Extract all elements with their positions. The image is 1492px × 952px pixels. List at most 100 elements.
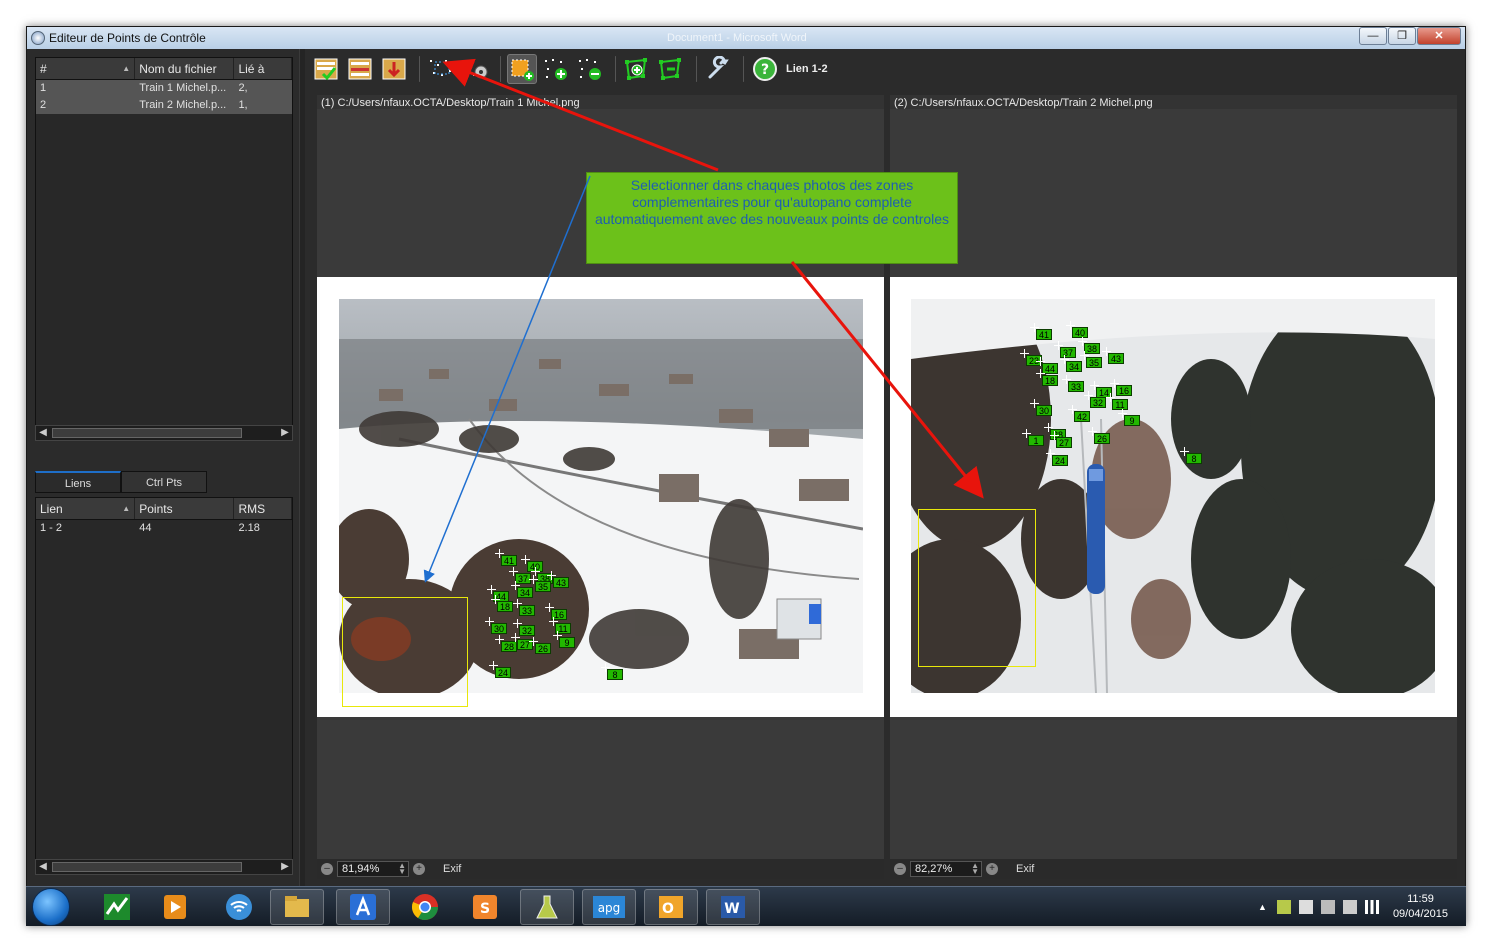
control-point-label[interactable]: 34	[1066, 361, 1083, 372]
col-linked[interactable]: Lié à	[234, 58, 293, 79]
table-row[interactable]: 1 - 2 44 2.18	[36, 520, 292, 537]
remove-link-icon[interactable]	[345, 54, 375, 84]
undo-icon[interactable]	[379, 54, 409, 84]
exif-button[interactable]: Exif	[1016, 863, 1034, 875]
taskbar-apg-icon[interactable]: apg	[582, 889, 636, 925]
remove-cluster-icon[interactable]	[656, 54, 686, 84]
scroll-thumb[interactable]	[52, 428, 242, 438]
control-point-label[interactable]: 27	[1056, 437, 1073, 448]
col-rms[interactable]: RMS	[234, 498, 293, 519]
taskbar-media-icon[interactable]	[148, 889, 202, 925]
links-hscrollbar[interactable]: ◀ ▶	[35, 859, 293, 875]
help-icon[interactable]: ?	[750, 54, 780, 84]
control-point-label[interactable]: 35	[1086, 357, 1103, 368]
delete-points-icon[interactable]	[575, 54, 605, 84]
zoom-in-icon[interactable]: +	[413, 863, 425, 875]
exif-button[interactable]: Exif	[443, 863, 461, 875]
control-point-label[interactable]: 41	[501, 555, 518, 566]
control-point-label[interactable]: 26	[1094, 433, 1111, 444]
scroll-left-icon[interactable]: ◀	[36, 426, 50, 440]
scroll-right-icon[interactable]: ▶	[278, 860, 292, 874]
image-path: (2) C:/Users/nfaux.OCTA/Desktop/Train 2 …	[894, 97, 1153, 109]
control-point-label[interactable]: 43	[1108, 353, 1125, 364]
zoom-out-icon[interactable]: –	[894, 863, 906, 875]
col-filename[interactable]: Nom du fichier	[135, 58, 235, 79]
files-hscrollbar[interactable]: ◀ ▶	[35, 425, 293, 441]
control-point-label[interactable]: 24	[495, 667, 512, 678]
system-tray: ▲ 11:59 09/04/2015	[1258, 887, 1466, 927]
scroll-right-icon[interactable]: ▶	[278, 426, 292, 440]
selection-area-rect[interactable]	[342, 597, 468, 707]
zoom-field[interactable]: 82,27% ▲ ▼	[910, 861, 982, 877]
zoom-in-icon[interactable]: +	[986, 863, 998, 875]
control-point-label[interactable]: 32	[1090, 397, 1107, 408]
control-point-label[interactable]: 9	[559, 637, 575, 648]
maximize-button[interactable]: ❐	[1388, 27, 1416, 45]
control-point-label[interactable]: 18	[1042, 375, 1059, 386]
clock[interactable]: 11:59 09/04/2015	[1393, 892, 1448, 922]
control-point-label[interactable]: 9	[1124, 415, 1140, 426]
tab-links[interactable]: Liens	[35, 471, 121, 493]
control-point-label[interactable]: 34	[517, 587, 534, 598]
taskbar-chrome-icon[interactable]	[398, 889, 452, 925]
control-point-label[interactable]: 8	[607, 669, 623, 680]
taskbar-outlook-icon[interactable]: O	[644, 889, 698, 925]
control-point-label[interactable]: 42	[1074, 411, 1091, 422]
taskbar-wifi-icon[interactable]	[212, 889, 266, 925]
control-point-label[interactable]: 24	[1052, 455, 1069, 466]
add-points-icon[interactable]	[541, 54, 571, 84]
control-point-label[interactable]: 32	[519, 625, 536, 636]
add-cluster-icon[interactable]	[622, 54, 652, 84]
start-button[interactable]	[32, 888, 70, 926]
tray-flag-icon[interactable]	[1298, 900, 1313, 914]
control-point-editor-window: Editeur de Points de Contrôle Document1 …	[26, 26, 1466, 926]
image-canvas[interactable]: 41 40 37 38 23 44 34 35 43 18 33 14 16 32 11 30 42 9 28 27 2…	[890, 109, 1457, 859]
tray-lab-icon[interactable]	[1276, 900, 1291, 914]
col-number[interactable]: # ▲	[36, 58, 136, 79]
control-point-label[interactable]: 30	[1036, 405, 1053, 416]
control-point-label[interactable]: 26	[535, 643, 552, 654]
control-point-label[interactable]: 33	[519, 605, 536, 616]
taskbar-autopano-icon[interactable]	[336, 889, 390, 925]
control-point-label[interactable]: 16	[1116, 385, 1133, 396]
taskbar-lab-icon[interactable]	[520, 889, 574, 925]
table-row[interactable]: 2 Train 2 Michel.p... 1,	[36, 97, 292, 114]
zoom-out-icon[interactable]: –	[321, 863, 333, 875]
tray-expand-icon[interactable]: ▲	[1258, 902, 1267, 912]
spin-icon[interactable]: ▲ ▼	[971, 862, 979, 876]
settings-wrench-icon[interactable]	[703, 54, 733, 84]
toolbar-separator	[743, 56, 744, 82]
zoom-field[interactable]: 81,94% ▲ ▼	[337, 861, 409, 877]
taskbar-stock-icon[interactable]	[90, 889, 144, 925]
col-link[interactable]: Lien ▲	[36, 498, 136, 519]
control-point-label[interactable]: 8	[1186, 453, 1202, 464]
spin-icon[interactable]: ▲ ▼	[398, 862, 406, 876]
col-points[interactable]: Points	[135, 498, 235, 519]
control-point-label[interactable]: 18	[497, 601, 514, 612]
tab-ctrl-pts[interactable]: Ctrl Pts	[121, 471, 207, 493]
taskbar-sublime-icon[interactable]: S	[458, 889, 512, 925]
close-button[interactable]: ✕	[1417, 27, 1461, 45]
control-point-label[interactable]: 28	[501, 641, 518, 652]
taskbar-word-icon[interactable]: W	[706, 889, 760, 925]
control-point-label[interactable]: 30	[491, 623, 508, 634]
tray-signal-icon[interactable]	[1364, 900, 1379, 914]
area-icon[interactable]	[507, 54, 537, 84]
control-point-label[interactable]: 41	[1036, 329, 1053, 340]
select-points-icon[interactable]	[426, 54, 456, 84]
control-point-label[interactable]: 35	[535, 581, 552, 592]
minimize-button[interactable]: —	[1359, 27, 1387, 45]
validate-icon[interactable]	[311, 54, 341, 84]
scroll-left-icon[interactable]: ◀	[36, 860, 50, 874]
panel-splitter[interactable]	[299, 49, 305, 887]
control-point-label[interactable]: 1	[1028, 435, 1044, 446]
selection-area-rect[interactable]	[918, 509, 1036, 667]
auto-points-icon[interactable]	[460, 54, 490, 84]
tray-volume-muted-icon[interactable]	[1342, 900, 1357, 914]
control-point-label[interactable]: 33	[1068, 381, 1085, 392]
control-point-label[interactable]: 43	[553, 577, 570, 588]
tray-device-icon[interactable]	[1320, 900, 1335, 914]
taskbar-explorer-icon[interactable]	[270, 889, 324, 925]
scroll-thumb[interactable]	[52, 862, 242, 872]
table-row[interactable]: 1 Train 1 Michel.p... 2,	[36, 80, 292, 97]
